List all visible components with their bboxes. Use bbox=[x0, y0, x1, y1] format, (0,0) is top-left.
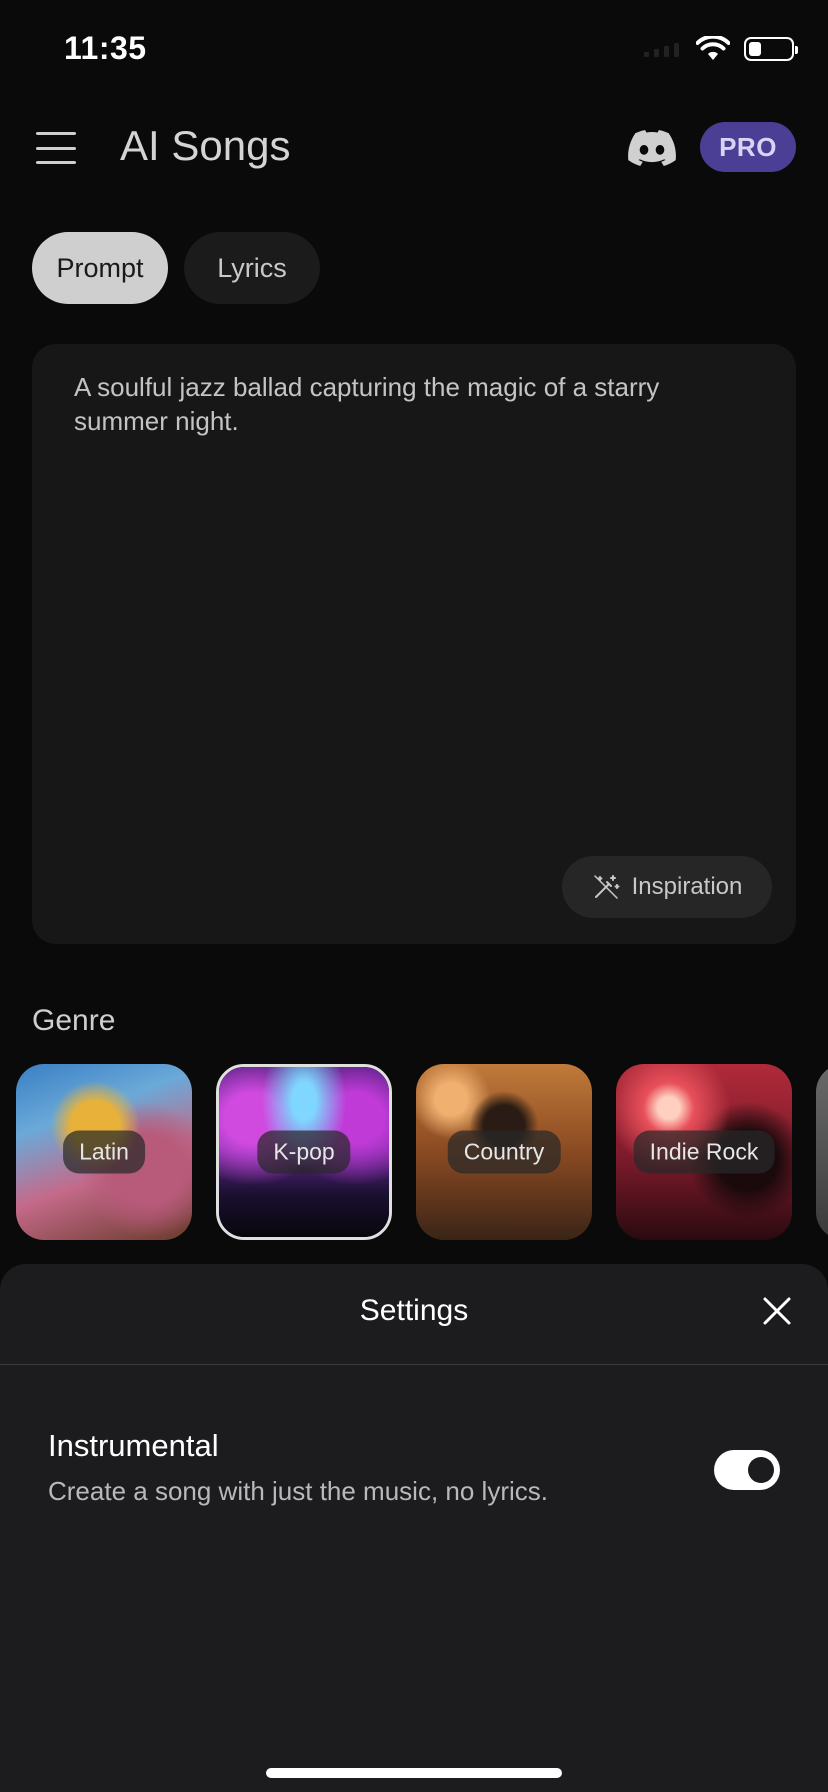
mode-tabs: Prompt Lyrics bbox=[32, 232, 320, 304]
instrumental-title: Instrumental bbox=[48, 1428, 219, 1463]
page-title: AI Songs bbox=[120, 122, 291, 169]
genre-card-country[interactable]: Country bbox=[416, 1064, 592, 1240]
genre-card-kpop[interactable]: K-pop bbox=[216, 1064, 392, 1240]
home-indicator[interactable] bbox=[266, 1768, 562, 1778]
cellular-signal-icon bbox=[642, 39, 682, 59]
prompt-text[interactable]: A soulful jazz ballad capturing the magi… bbox=[74, 370, 754, 438]
settings-title: Settings bbox=[359, 1294, 469, 1327]
hamburger-menu-icon[interactable] bbox=[36, 132, 76, 164]
toggle-knob bbox=[748, 1457, 774, 1483]
genre-card-latin[interactable]: Latin bbox=[16, 1064, 192, 1240]
genre-label-latin: Latin bbox=[63, 1130, 145, 1174]
instrumental-toggle[interactable] bbox=[714, 1450, 780, 1490]
partial-genre-photo bbox=[816, 1064, 828, 1240]
genre-label-kpop: K-pop bbox=[257, 1130, 351, 1174]
genre-label-indie-rock: Indie Rock bbox=[633, 1130, 775, 1174]
wifi-icon bbox=[696, 36, 730, 62]
instrumental-description: Create a song with just the music, no ly… bbox=[48, 1476, 548, 1506]
status-time: 11:35 bbox=[64, 30, 147, 66]
genre-heading: Genre bbox=[32, 1004, 116, 1037]
battery-icon bbox=[744, 37, 798, 61]
tab-prompt[interactable]: Prompt bbox=[32, 232, 168, 304]
prompt-input-card[interactable]: A soulful jazz ballad capturing the magi… bbox=[32, 344, 796, 944]
status-bar: 11:35 bbox=[0, 0, 828, 100]
inspiration-button[interactable]: Inspiration bbox=[562, 856, 772, 918]
status-icons bbox=[642, 36, 798, 62]
discord-icon[interactable] bbox=[628, 130, 676, 166]
genre-carousel[interactable]: Latin K-pop Country Indie Rock bbox=[16, 1064, 828, 1242]
magic-wand-icon bbox=[592, 873, 620, 901]
close-icon[interactable] bbox=[762, 1296, 792, 1326]
genre-card-indie-rock[interactable]: Indie Rock bbox=[616, 1064, 792, 1240]
divider bbox=[0, 1364, 828, 1365]
inspiration-label: Inspiration bbox=[631, 873, 743, 900]
genre-label-country: Country bbox=[447, 1130, 561, 1174]
settings-sheet: Settings Instrumental Create a song with… bbox=[0, 1264, 828, 1792]
pro-button[interactable]: PRO bbox=[700, 122, 796, 172]
tab-lyrics[interactable]: Lyrics bbox=[184, 232, 320, 304]
genre-card-partial[interactable] bbox=[816, 1064, 828, 1240]
app-header: AI Songs PRO bbox=[0, 112, 828, 184]
